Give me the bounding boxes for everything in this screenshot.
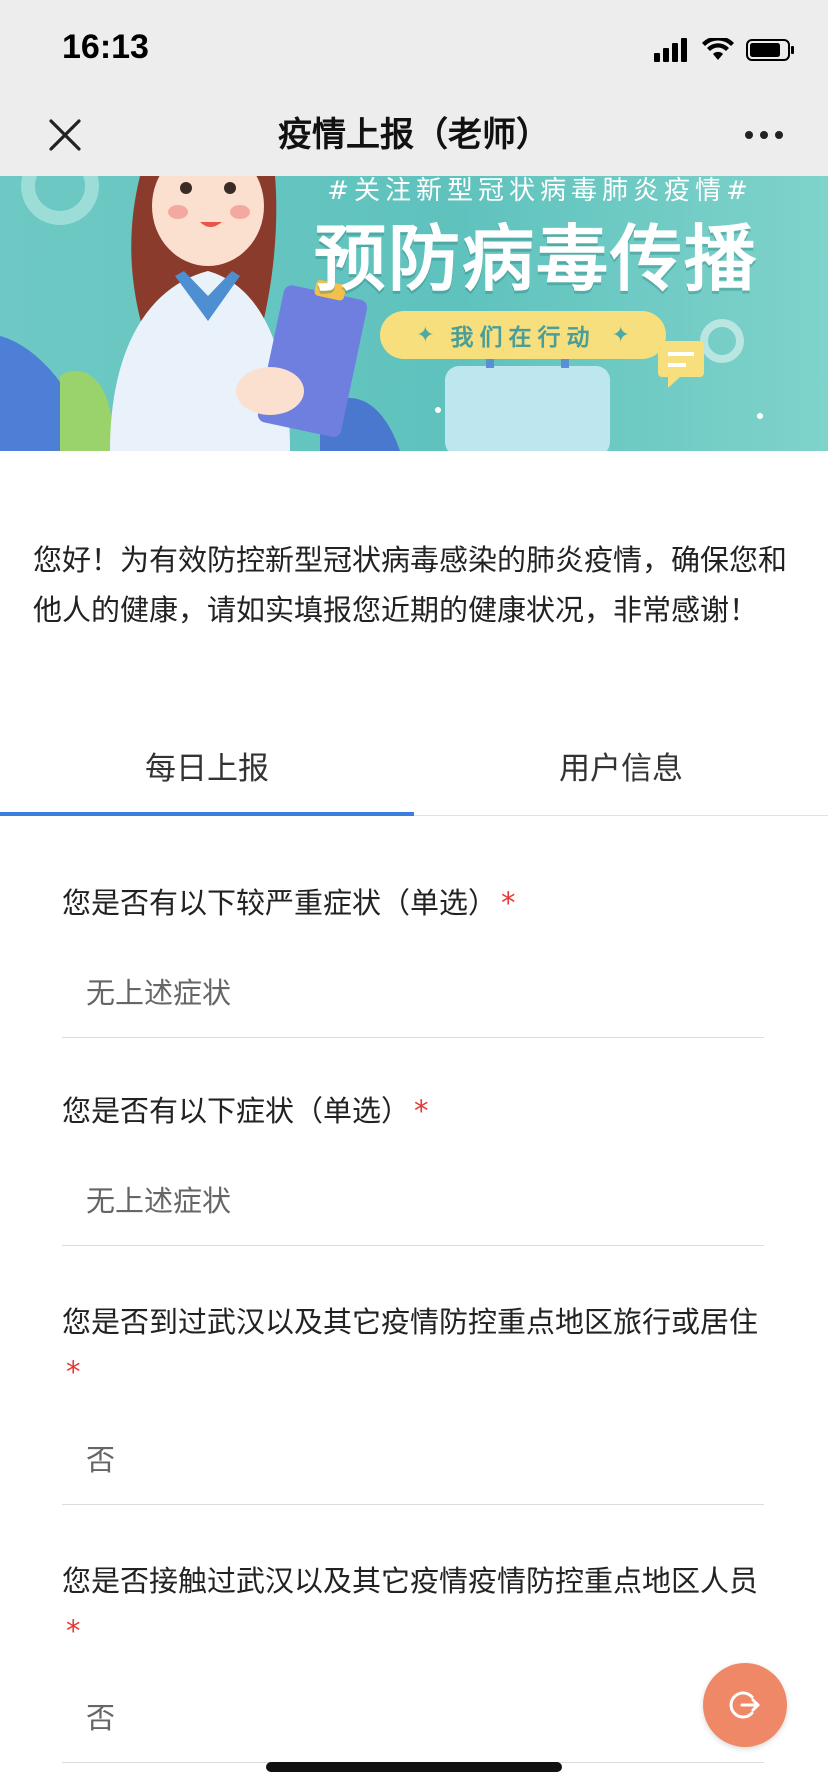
answer-select[interactable]: 无上述症状 [62, 968, 764, 1038]
required-mark: * [66, 1614, 81, 1648]
question-text: 您是否接触过武汉以及其它疫情疫情防控重点地区人员 [62, 1564, 759, 1598]
required-mark: * [501, 886, 516, 920]
intro-text: 您好！为有效防控新型冠状病毒感染的肺炎疫情，确保您和他人的健康，请如实填报您近期… [33, 543, 788, 627]
page-title: 疫情上报（老师） [278, 115, 550, 155]
question-label: 您是否有以下症状（单选） * [62, 1086, 762, 1136]
tab-bar: 每日上报 用户信息 [0, 740, 828, 816]
question-text: 您是否有以下较严重症状（单选） [62, 886, 498, 920]
required-mark: * [66, 1355, 81, 1389]
answer-select[interactable]: 否 [62, 1435, 764, 1505]
banner-pill: ✦ 我们在行动 ✦ [380, 311, 666, 359]
answer-value: 否 [86, 1443, 116, 1477]
tab-daily-report[interactable]: 每日上报 [0, 740, 414, 816]
question-label: 您是否有以下较严重症状（单选） * [62, 878, 762, 928]
tab-active-indicator [0, 812, 414, 816]
banner-image: #关注新型冠状病毒肺炎疫情# 预防病毒传播 ✦ 我们在行动 ✦ [0, 176, 828, 451]
sparkle-icon: ✦ [416, 322, 435, 348]
tab-label: 每日上报 [145, 751, 269, 787]
question-label: 您是否接触过武汉以及其它疫情疫情防控重点地区人员 * [62, 1556, 762, 1656]
answer-select[interactable]: 否 [62, 1693, 764, 1763]
wifi-icon [702, 38, 734, 60]
question-text: 您是否有以下症状（单选） [62, 1094, 411, 1128]
banner-hashtag: #关注新型冠状病毒肺炎疫情# [327, 176, 753, 206]
required-mark: * [414, 1094, 429, 1128]
status-icons [654, 34, 796, 66]
banner-headline: 预防病毒传播 [313, 217, 758, 301]
question-label: 您是否到过武汉以及其它疫情防控重点地区旅行或居住 * [62, 1297, 762, 1397]
banner-pill-text: 我们在行动 [450, 325, 596, 351]
answer-select[interactable]: 无上述症状 [62, 1176, 764, 1246]
question-text: 您是否到过武汉以及其它疫情防控重点地区旅行或居住 [62, 1305, 759, 1339]
home-indicator [266, 1762, 562, 1772]
floating-action-button[interactable] [703, 1663, 787, 1747]
sparkle-icon: ✦ [611, 322, 630, 348]
status-time: 16:13 [62, 28, 149, 66]
tab-label: 用户信息 [559, 751, 683, 787]
status-bar: 16:13 [0, 0, 828, 94]
answer-value: 否 [86, 1701, 116, 1735]
more-button[interactable] [736, 112, 792, 158]
answer-value: 无上述症状 [86, 1184, 232, 1218]
exit-icon [729, 1691, 760, 1719]
nav-bar: 疫情上报（老师） [0, 94, 828, 176]
cellular-signal-icon [654, 38, 687, 62]
more-horizontal-icon [745, 131, 783, 139]
tab-user-info[interactable]: 用户信息 [414, 740, 828, 816]
battery-icon [746, 39, 794, 61]
answer-value: 无上述症状 [86, 976, 232, 1010]
